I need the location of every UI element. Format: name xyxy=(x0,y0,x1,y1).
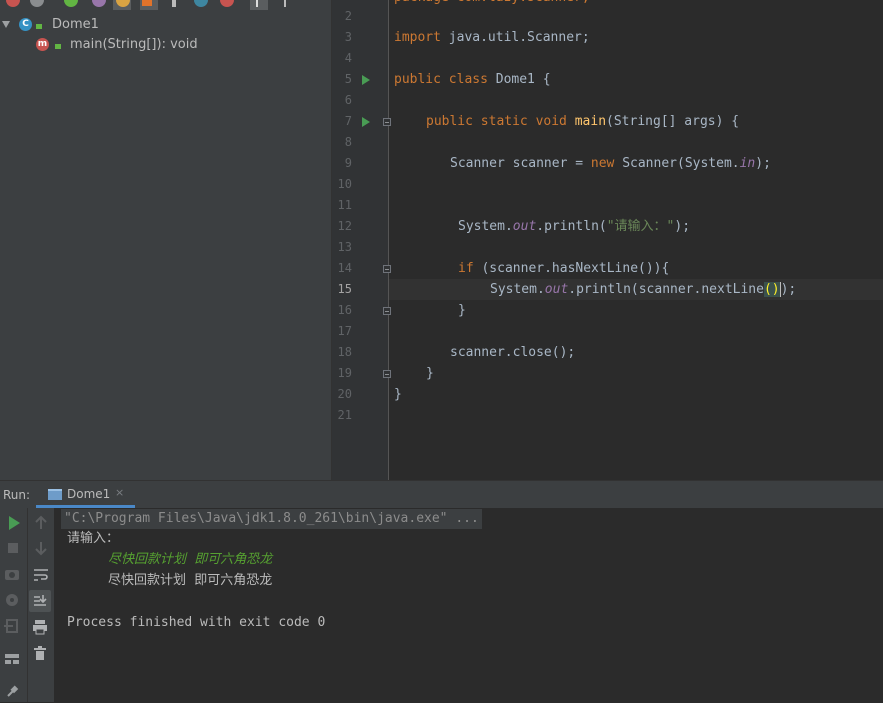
line-number: 2 xyxy=(344,9,352,23)
class-icon: C xyxy=(19,18,32,31)
trash-icon[interactable] xyxy=(32,645,48,661)
line-number: 16 xyxy=(337,303,352,317)
code-line-16: } xyxy=(458,303,466,318)
run-class-icon[interactable] xyxy=(362,75,370,85)
line-number: 4 xyxy=(344,51,352,65)
code-line-package: package com.lazy.scanner; xyxy=(394,0,590,8)
line-number: 19 xyxy=(337,366,352,380)
soft-wrap-icon[interactable] xyxy=(33,567,49,583)
line-number: 20 xyxy=(337,387,352,401)
code-line-15: System.out.println(scanner.nextLine()); xyxy=(490,282,797,297)
line-number: 13 xyxy=(337,240,352,254)
code-line-19: } xyxy=(426,366,434,381)
fold-icon[interactable] xyxy=(383,265,391,273)
run-toolbar xyxy=(0,508,54,702)
public-lock-icon xyxy=(36,24,42,29)
run-tool-window-header: Run: Dome1 × xyxy=(0,480,883,508)
print-icon[interactable] xyxy=(32,619,48,635)
code-line-7: public static void main(String[] args) { xyxy=(426,114,740,129)
editor-gutter: 2 3 4 5 6 7 8 9 10 11 12 13 14 15 16 17 … xyxy=(332,0,391,480)
stop-icon[interactable] xyxy=(6,540,22,556)
fold-icon[interactable] xyxy=(383,370,391,378)
sort-alphabetically-icon[interactable] xyxy=(30,0,44,7)
pin-icon[interactable] xyxy=(4,683,20,699)
up-arrow-icon[interactable] xyxy=(33,515,49,531)
rerun-icon[interactable] xyxy=(6,515,22,531)
show-fields-icon[interactable] xyxy=(64,0,78,7)
close-tab-icon[interactable]: × xyxy=(115,486,124,499)
code-editor[interactable]: 2 3 4 5 6 7 8 9 10 11 12 13 14 15 16 17 … xyxy=(332,0,883,480)
show-members-icon[interactable] xyxy=(172,0,176,7)
down-arrow-icon[interactable] xyxy=(33,540,49,556)
structure-toolbar xyxy=(0,0,331,13)
run-tab-label: Dome1 xyxy=(67,487,111,501)
line-number: 10 xyxy=(337,177,352,191)
fold-icon[interactable] xyxy=(383,307,391,315)
expand-arrow-icon[interactable] xyxy=(2,21,10,28)
line-number: 21 xyxy=(337,408,352,422)
toolbar-divider xyxy=(27,508,28,702)
code-line-5: public class Dome1 { xyxy=(394,72,551,87)
code-line-12: System.out.println("请输入："); xyxy=(458,219,691,234)
line-number: 6 xyxy=(344,93,352,107)
line-number: 11 xyxy=(337,198,352,212)
autoscroll-to-source-toggle[interactable] xyxy=(250,0,268,10)
fold-icon[interactable] xyxy=(383,118,391,126)
structure-panel: C Dome1 m main(String[]): void xyxy=(0,0,332,480)
code-line-9: Scanner scanner = new Scanner(System.in)… xyxy=(450,156,771,171)
line-number-current: 15 xyxy=(337,282,352,296)
console-user-input: 尽快回款计划 即可六角恐龙 xyxy=(108,552,273,567)
settings-gear-icon[interactable] xyxy=(4,592,20,608)
code-line-18: scanner.close(); xyxy=(450,345,576,360)
console-output[interactable]: "C:\Program Files\Java\jdk1.8.0_261\bin\… xyxy=(55,508,883,702)
run-tab-dome1[interactable]: Dome1 × xyxy=(36,481,135,508)
console-prompt: 请输入： xyxy=(67,531,120,546)
line-number: 18 xyxy=(337,345,352,359)
console-output-line: 尽快回款计划 即可六角恐龙 xyxy=(108,573,273,588)
exit-icon[interactable] xyxy=(4,618,20,634)
line-number: 5 xyxy=(344,72,352,86)
autoscroll-from-source-icon[interactable] xyxy=(284,0,286,7)
tree-item-class[interactable]: C Dome1 xyxy=(0,15,331,35)
line-number: 7 xyxy=(344,114,352,128)
run-main-icon[interactable] xyxy=(362,117,370,127)
class-name: Dome1 xyxy=(52,17,99,32)
public-lock-icon xyxy=(55,44,61,49)
console-exit-message: Process finished with exit code 0 xyxy=(67,615,326,630)
sort-by-type-icon[interactable] xyxy=(6,0,20,7)
scroll-to-end-toggle[interactable] xyxy=(29,590,51,612)
line-number: 8 xyxy=(344,135,352,149)
method-name: main(String[]): void xyxy=(70,37,198,52)
console-tab-icon xyxy=(48,489,62,500)
console-command-line: "C:\Program Files\Java\jdk1.8.0_261\bin\… xyxy=(61,509,482,529)
autoscroll-to-source-icon[interactable] xyxy=(256,0,258,7)
code-line-20: } xyxy=(394,387,402,402)
show-properties-icon[interactable] xyxy=(92,0,106,7)
matched-brace-highlight: () xyxy=(763,282,780,297)
method-icon: m xyxy=(36,38,49,51)
tree-item-method[interactable]: m main(String[]): void xyxy=(0,35,331,55)
line-number: 12 xyxy=(337,219,352,233)
layout-icon[interactable] xyxy=(4,651,20,667)
dump-threads-icon[interactable] xyxy=(4,566,20,582)
line-number: 3 xyxy=(344,30,352,44)
show-lambdas-icon[interactable] xyxy=(142,0,152,6)
line-number: 14 xyxy=(337,261,352,275)
code-line-3: import java.util.Scanner; xyxy=(394,30,590,45)
line-number: 9 xyxy=(344,156,352,170)
anonymous-classes-icon[interactable] xyxy=(194,0,208,7)
visibility-filter-icon[interactable] xyxy=(220,0,234,7)
run-label: Run: xyxy=(3,488,31,502)
line-number: 17 xyxy=(337,324,352,338)
code-line-14: if (scanner.hasNextLine()){ xyxy=(458,261,670,276)
